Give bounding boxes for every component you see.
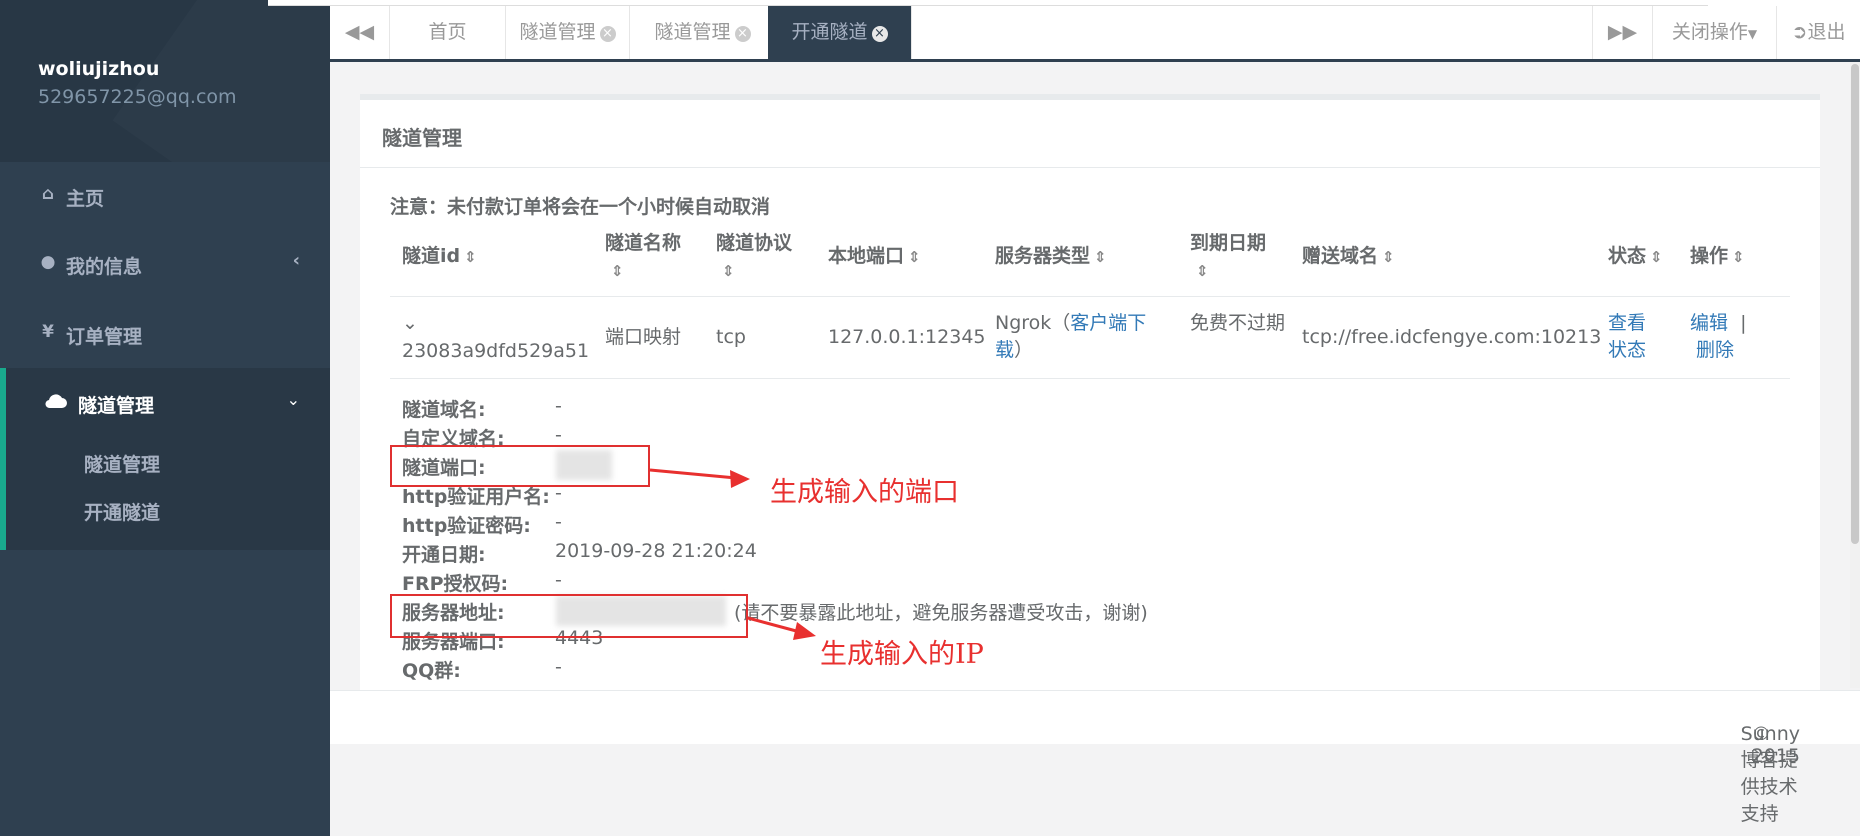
scrollbar[interactable] [1850,62,1860,688]
footer: © 2015 Sunny博客提供技术支持 [330,690,1860,825]
user-email: 529657225@qq.com [38,86,237,108]
annotation-ip-text: 生成输入的IP [820,639,984,670]
annotation-port-text: 生成输入的端口 [770,477,959,508]
footer-link[interactable]: Sunny博客提供技术支持 [1741,723,1800,826]
scrollbar-thumb[interactable] [1851,64,1859,544]
username[interactable]: woliujizhou [38,58,159,80]
